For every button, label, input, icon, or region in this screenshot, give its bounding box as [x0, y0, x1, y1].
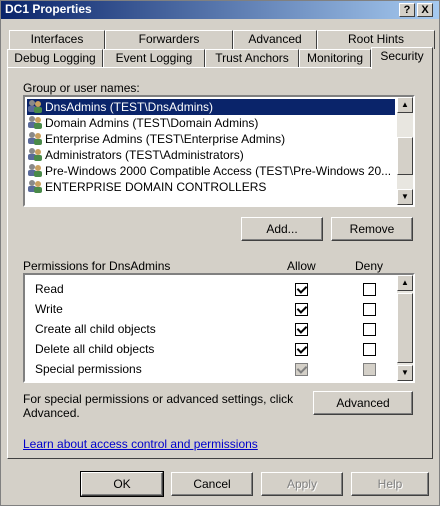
- properties-dialog: DC1 Properties ? X Interfaces Forwarders…: [0, 0, 440, 506]
- permissions-scrollbar[interactable]: ▲ ▼: [397, 275, 413, 381]
- title-bar: DC1 Properties ? X: [1, 1, 439, 19]
- user-list-item[interactable]: ENTERPRISE DOMAIN CONTROLLERS: [27, 179, 395, 195]
- help-title-button[interactable]: ?: [399, 3, 415, 17]
- allow-checkbox[interactable]: [295, 323, 308, 336]
- scroll-thumb[interactable]: [397, 137, 413, 175]
- deny-checkbox[interactable]: [363, 303, 376, 316]
- user-name: ENTERPRISE DOMAIN CONTROLLERS: [45, 180, 267, 194]
- window-title: DC1 Properties: [5, 2, 92, 16]
- permission-name: Write: [35, 302, 63, 316]
- group-label: Group or user names:: [23, 81, 140, 95]
- user-name: Enterprise Admins (TEST\Enterprise Admin…: [45, 132, 286, 146]
- tab-interfaces[interactable]: Interfaces: [9, 30, 105, 49]
- apply-button[interactable]: Apply: [261, 472, 343, 496]
- user-name: Domain Admins (TEST\Domain Admins): [45, 116, 259, 130]
- tab-monitoring[interactable]: Monitoring: [299, 49, 371, 68]
- tab-trust-anchors[interactable]: Trust Anchors: [205, 49, 299, 68]
- deny-checkbox[interactable]: [363, 343, 376, 356]
- deny-checkbox[interactable]: [363, 323, 376, 336]
- ok-button[interactable]: OK: [80, 471, 164, 497]
- perm-scroll-thumb[interactable]: [397, 293, 413, 363]
- user-group-icon: [28, 180, 42, 193]
- learn-link[interactable]: Learn about access control and permissio…: [23, 437, 258, 451]
- special-text-line1: For special permissions or advanced sett…: [23, 392, 294, 406]
- scroll-up-arrow-icon[interactable]: ▲: [397, 97, 413, 113]
- user-list-item[interactable]: DnsAdmins (TEST\DnsAdmins): [27, 99, 395, 115]
- permission-row: Read: [35, 281, 64, 297]
- permissions-title: Permissions for DnsAdmins: [23, 259, 171, 273]
- tab-forwarders[interactable]: Forwarders: [105, 30, 233, 49]
- tab-debug-logging[interactable]: Debug Logging: [7, 49, 103, 68]
- permission-row: Write: [35, 301, 63, 317]
- scroll-down-arrow-icon[interactable]: ▼: [397, 189, 413, 205]
- allow-header: Allow: [287, 259, 316, 273]
- user-list-item[interactable]: Domain Admins (TEST\Domain Admins): [27, 115, 395, 131]
- user-list-item[interactable]: Pre-Windows 2000 Compatible Access (TEST…: [27, 163, 395, 179]
- permission-name: Special permissions: [35, 362, 142, 376]
- help-button[interactable]: Help: [351, 472, 429, 496]
- tab-row-front: Debug Logging Event Logging Trust Anchor…: [5, 47, 435, 69]
- user-list-item[interactable]: Administrators (TEST\Administrators): [27, 147, 395, 163]
- user-listbox[interactable]: DnsAdmins (TEST\DnsAdmins) Domain Admins …: [23, 95, 415, 207]
- deny-checkbox[interactable]: [363, 363, 376, 376]
- allow-checkbox[interactable]: [295, 343, 308, 356]
- tab-security[interactable]: Security: [371, 47, 433, 69]
- user-list-item[interactable]: Enterprise Admins (TEST\Enterprise Admin…: [27, 131, 395, 147]
- deny-checkbox[interactable]: [363, 283, 376, 296]
- permission-name: Create all child objects: [35, 322, 156, 336]
- permission-row: Special permissions: [35, 361, 142, 377]
- user-name: Pre-Windows 2000 Compatible Access (TEST…: [45, 164, 392, 178]
- allow-checkbox[interactable]: [295, 303, 308, 316]
- permission-name: Read: [35, 282, 64, 296]
- allow-checkbox[interactable]: [295, 363, 308, 376]
- remove-button[interactable]: Remove: [331, 217, 413, 241]
- user-group-icon: [28, 100, 42, 113]
- cancel-button[interactable]: Cancel: [171, 472, 253, 496]
- user-group-icon: [28, 132, 42, 145]
- tab-event-logging[interactable]: Event Logging: [103, 49, 205, 68]
- user-list-scrollbar[interactable]: ▲ ▼: [397, 97, 413, 205]
- permission-row: Create all child objects: [35, 321, 156, 337]
- allow-checkbox[interactable]: [295, 283, 308, 296]
- permission-name: Delete all child objects: [35, 342, 155, 356]
- advanced-button[interactable]: Advanced: [313, 391, 413, 415]
- deny-header: Deny: [355, 259, 384, 273]
- tab-advanced[interactable]: Advanced: [233, 30, 317, 49]
- user-group-icon: [28, 148, 42, 161]
- user-group-icon: [28, 164, 42, 177]
- permissions-list: Read Write Create all child objects Delete …: [23, 273, 415, 383]
- permission-row: Delete all child objects: [35, 341, 154, 357]
- user-name: Administrators (TEST\Administrators): [45, 148, 244, 162]
- close-title-button[interactable]: X: [417, 3, 433, 17]
- add-button[interactable]: Add...: [241, 217, 323, 241]
- perm-scroll-up-arrow-icon[interactable]: ▲: [397, 275, 413, 291]
- user-group-icon: [28, 116, 42, 129]
- user-name: DnsAdmins (TEST\DnsAdmins): [45, 100, 214, 114]
- special-text-line2: Advanced.: [23, 406, 80, 420]
- perm-scroll-down-arrow-icon[interactable]: ▼: [397, 365, 413, 381]
